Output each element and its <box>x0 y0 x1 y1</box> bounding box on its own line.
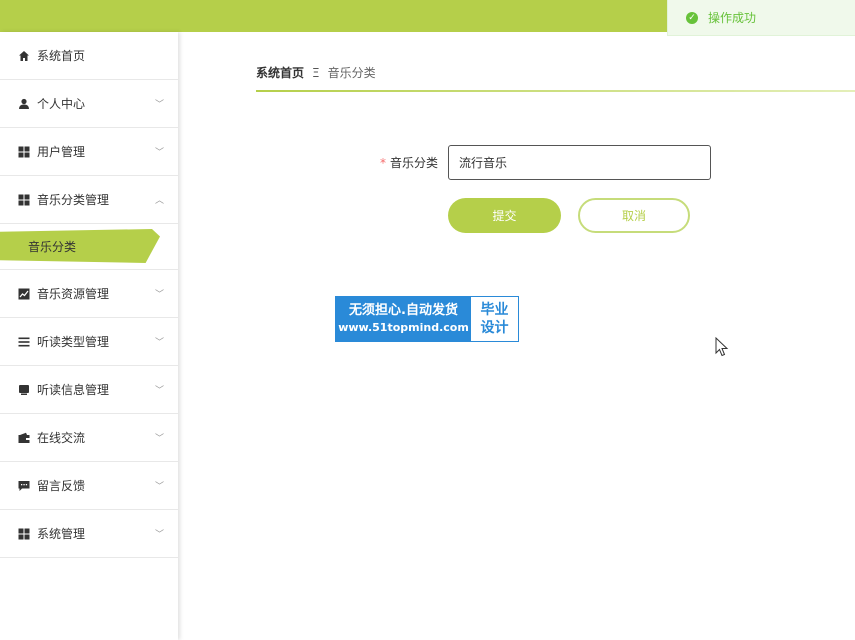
sidebar-item-listening-info-management[interactable]: 听读信息管理 ﹀ <box>0 366 178 414</box>
watermark-right-line1: 毕业 <box>480 302 509 318</box>
sidebar-item-system-management[interactable]: 系统管理 ﹀ <box>0 510 178 558</box>
sidebar-item-online-chat[interactable]: 在线交流 ﹀ <box>0 414 178 462</box>
music-category-input[interactable] <box>448 145 711 180</box>
sidebar-item-personal-center[interactable]: 个人中心 ﹀ <box>0 80 178 128</box>
sidebar-subitem-container: 音乐分类 <box>0 224 178 270</box>
grid-icon <box>18 528 30 540</box>
chevron-down-icon: ﹀ <box>154 148 164 158</box>
sidebar-item-label: 留言反馈 <box>37 479 86 493</box>
toast-text: 操作成功 <box>708 11 757 25</box>
watermark-text: 无须担心.自动发货 <box>349 303 458 318</box>
watermark-left: 无须担心.自动发货 www.51topmind.com <box>336 297 471 341</box>
chevron-down-icon: ﹀ <box>154 338 164 348</box>
chevron-down-icon: ﹀ <box>154 434 164 444</box>
breadcrumb-divider <box>256 90 855 92</box>
music-category-label: * 音乐分类 <box>380 154 438 171</box>
grid-icon <box>18 146 30 158</box>
sidebar-item-feedback[interactable]: 留言反馈 ﹀ <box>0 462 178 510</box>
form-label-text: 音乐分类 <box>390 156 439 170</box>
user-icon <box>18 98 30 110</box>
sidebar-subitem-label: 音乐分类 <box>28 239 77 254</box>
mouse-pointer-icon <box>715 336 729 361</box>
sidebar: 系统首页 个人中心 ﹀ 用户管理 ﹀ 音乐分类管理 ︿ 音乐分类 音乐资源管理 … <box>0 32 178 640</box>
chevron-down-icon: ﹀ <box>154 482 164 492</box>
sidebar-item-label: 个人中心 <box>37 97 86 111</box>
chevron-up-icon: ︿ <box>154 196 164 206</box>
message-icon <box>18 480 30 492</box>
grid-icon <box>18 194 30 206</box>
breadcrumb-current: 音乐分类 <box>327 66 376 80</box>
breadcrumb: 系统首页 Ξ 音乐分类 <box>256 64 376 81</box>
sidebar-item-label: 听读信息管理 <box>37 383 110 397</box>
trend-chart-icon <box>18 288 30 300</box>
sidebar-item-label: 听读类型管理 <box>37 335 110 349</box>
list-icon <box>18 336 30 348</box>
submit-button[interactable]: 提交 <box>448 198 561 233</box>
cancel-button[interactable]: 取消 <box>578 198 690 233</box>
sidebar-item-home[interactable]: 系统首页 <box>0 32 178 80</box>
chevron-down-icon: ﹀ <box>154 530 164 540</box>
sidebar-item-music-category-management[interactable]: 音乐分类管理 ︿ <box>0 176 178 224</box>
watermark-url: www.51topmind.com <box>338 321 469 334</box>
check-circle-icon: ✓ <box>686 11 698 24</box>
chevron-down-icon: ﹀ <box>154 386 164 396</box>
sidebar-item-music-resource-management[interactable]: 音乐资源管理 ﹀ <box>0 270 178 318</box>
chevron-down-icon: ﹀ <box>154 100 164 110</box>
breadcrumb-separator: Ξ <box>312 65 320 80</box>
sidebar-item-label: 音乐资源管理 <box>37 287 110 301</box>
wallet-icon <box>18 432 30 444</box>
chevron-down-icon: ﹀ <box>154 290 164 300</box>
sidebar-item-label: 音乐分类管理 <box>37 193 110 207</box>
monitor-icon <box>18 384 30 396</box>
watermark-banner: 无须担心.自动发货 www.51topmind.com 毕业 设计 <box>335 296 519 342</box>
sidebar-item-listening-type-management[interactable]: 听读类型管理 ﹀ <box>0 318 178 366</box>
sidebar-item-label: 用户管理 <box>37 145 86 159</box>
watermark-right: 毕业 设计 <box>471 297 518 341</box>
sidebar-item-label: 系统管理 <box>37 527 86 541</box>
sidebar-item-label: 系统首页 <box>37 49 86 63</box>
sidebar-subitem-music-category[interactable]: 音乐分类 <box>0 229 160 263</box>
home-icon <box>18 50 30 62</box>
watermark-right-line2: 设计 <box>480 320 509 336</box>
success-toast: ✓ 操作成功 <box>667 0 855 36</box>
required-mark: * <box>380 156 386 170</box>
breadcrumb-home[interactable]: 系统首页 <box>256 64 304 81</box>
sidebar-item-user-management[interactable]: 用户管理 ﹀ <box>0 128 178 176</box>
sidebar-item-label: 在线交流 <box>37 431 86 445</box>
